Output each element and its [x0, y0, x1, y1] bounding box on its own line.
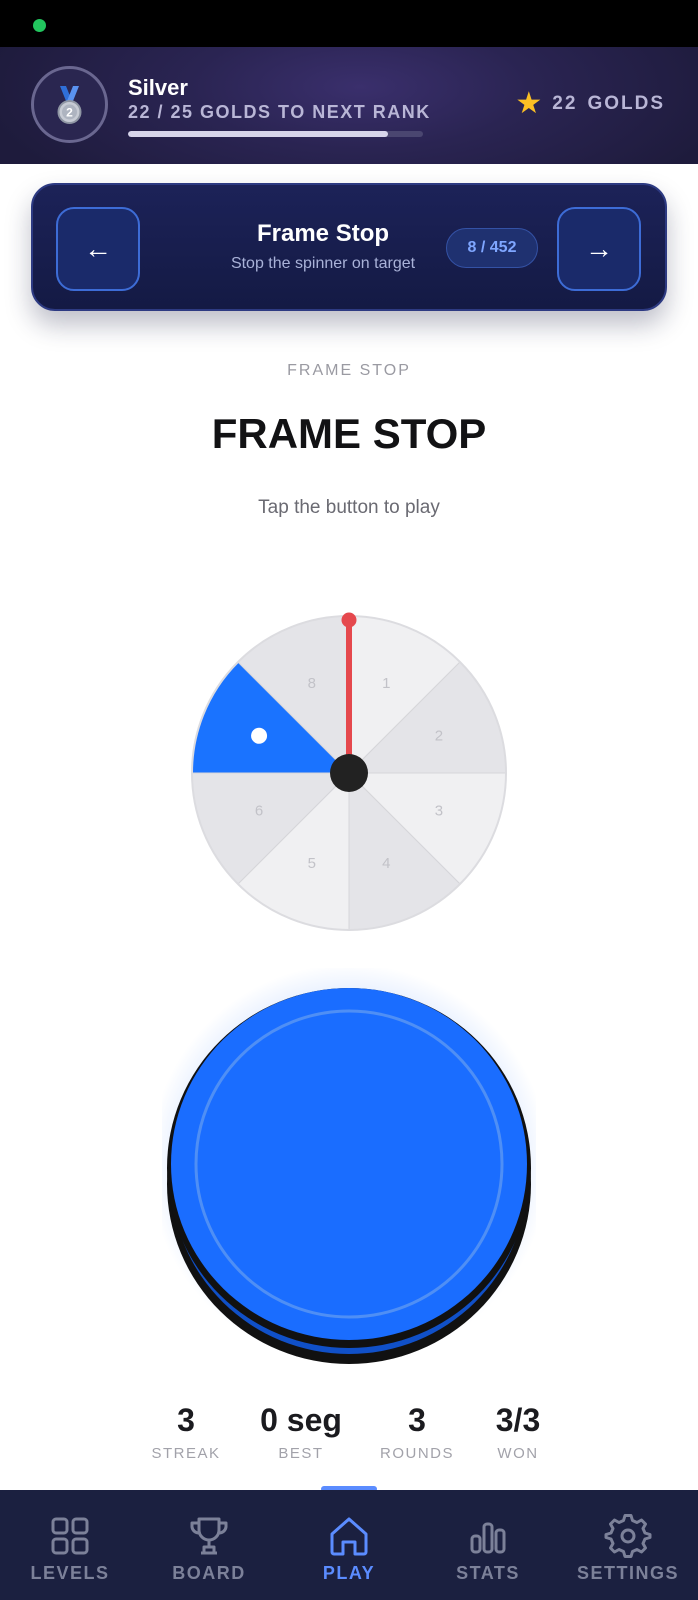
silver-medal-icon: 2 [57, 86, 82, 124]
stat-label: STREAK [151, 1445, 221, 1462]
game-heading: FRAME STOP [211, 410, 487, 457]
stat-label: BEST [278, 1445, 324, 1462]
spinner-segment-label: 4 [382, 855, 390, 872]
grid-icon [51, 1517, 89, 1555]
star-icon: ★ [515, 87, 543, 120]
nav-label: STATS [456, 1563, 520, 1583]
nav-label: LEVELS [30, 1563, 110, 1583]
stat-best: 0 seg BEST [241, 1402, 361, 1462]
level-counter-badge: 8 / 452 [446, 228, 538, 268]
golds-label: GOLDS [587, 93, 665, 114]
gear-icon [604, 1514, 652, 1558]
rank-badge[interactable]: 2 [31, 66, 108, 143]
game-selector-title: Frame Stop [256, 220, 390, 247]
rank-badge-number: 2 [66, 106, 73, 120]
spinner-needle-tip [341, 612, 357, 628]
game-instructions: Tap the button to play [258, 497, 440, 518]
bottom-nav: LEVELS BOARD PLAY STATS SETTINGS [0, 1490, 698, 1600]
nav-label: BOARD [172, 1563, 246, 1583]
spinner-segment-label: 3 [435, 802, 443, 819]
nav-label: PLAY [322, 1563, 376, 1583]
stat-label: WON [497, 1445, 539, 1462]
previous-game-button[interactable]: ← [56, 207, 140, 291]
rank-header: 2 Silver 22 / 25 GOLDS TO NEXT RANK ★ 22… [0, 47, 698, 164]
rank-progress-fill [128, 131, 388, 137]
stat-value: 3 [177, 1402, 195, 1438]
stat-value: 3/3 [495, 1402, 541, 1438]
golds-count: 22 [552, 93, 578, 114]
rank-progress-text: 22 / 25 GOLDS TO NEXT RANK [128, 102, 431, 122]
game-selector-card: ← Frame Stop Stop the spinner on target … [31, 183, 667, 311]
stat-value: 0 seg [260, 1402, 342, 1438]
status-bar [0, 0, 698, 47]
game-selector-subtitle: Stop the spinner on target [230, 255, 416, 272]
stat-streak: 3 STREAK [126, 1402, 246, 1462]
spinner-hub [330, 754, 368, 792]
nav-settings[interactable]: SETTINGS [558, 1490, 698, 1600]
spinner-segment-label: 2 [435, 728, 443, 745]
game-kicker: FRAME STOP [287, 362, 411, 379]
target-marker-dot [251, 727, 268, 744]
play-tap-button[interactable] [162, 968, 536, 1368]
rank-progress-bar [128, 131, 423, 137]
spinner-segment-label: 6 [255, 802, 263, 819]
nav-play[interactable]: PLAY [279, 1490, 419, 1600]
status-indicator-dot [33, 19, 46, 32]
spinner-segment-label: 8 [308, 675, 316, 692]
spinner-segment-label: 1 [382, 675, 390, 692]
nav-label: SETTINGS [576, 1563, 679, 1583]
nav-board[interactable]: BOARD [139, 1490, 279, 1600]
next-game-button[interactable]: → [557, 207, 641, 291]
home-icon [330, 1517, 368, 1556]
stat-won: 3/3 WON [458, 1402, 578, 1462]
play-button-face[interactable] [171, 988, 527, 1340]
stats-row: 3 STREAK 0 seg BEST 3 ROUNDS 3/3 WON [0, 1402, 698, 1472]
golds-counter: ★ 22 GOLDS [515, 89, 665, 119]
nav-levels[interactable]: LEVELS [0, 1490, 140, 1600]
nav-stats[interactable]: STATS [418, 1490, 558, 1600]
bar-chart-icon [470, 1522, 506, 1554]
trophy-icon [190, 1517, 228, 1555]
spinner-segment-label: 5 [308, 855, 316, 872]
rank-name: Silver [128, 75, 188, 100]
spinner-wheel: 1 2 3 4 5 6 8 [191, 612, 507, 931]
